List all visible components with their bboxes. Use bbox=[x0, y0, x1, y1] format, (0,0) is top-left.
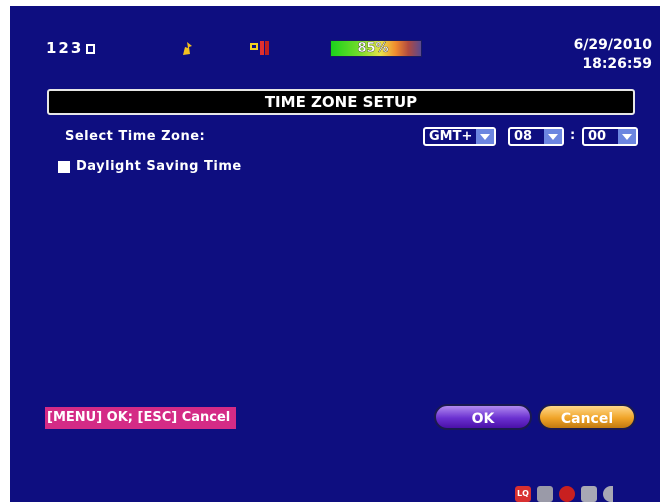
chevron-down-icon[interactable] bbox=[476, 129, 494, 144]
gmt-sign-select[interactable]: GMT+ bbox=[423, 127, 496, 146]
date-text: 6/29/2010 bbox=[573, 37, 652, 53]
time-zone-setup-panel: TIME ZONE SETUP Select Time Zone: GMT+ 0… bbox=[45, 89, 638, 434]
gmt-minute-select[interactable]: 00 bbox=[582, 127, 638, 146]
channel-numbers: 123 bbox=[46, 39, 84, 57]
bag-icon[interactable] bbox=[581, 486, 597, 502]
chevron-down-icon[interactable] bbox=[544, 129, 562, 144]
channel-indicator: 123 bbox=[46, 39, 96, 57]
dialog-title: TIME ZONE SETUP bbox=[47, 89, 635, 115]
gmt-minute-value: 00 bbox=[588, 129, 607, 144]
daylight-saving-checkbox[interactable] bbox=[58, 161, 70, 173]
time-zone-label: Select Time Zone: bbox=[65, 129, 206, 144]
gmt-sign-value: GMT+ bbox=[429, 129, 473, 144]
dvr-screen: 123 85% 6/29/2010 18:26:59 TIME ZONE SET… bbox=[10, 6, 660, 502]
ok-button[interactable]: OK bbox=[434, 404, 532, 430]
pin-icon[interactable] bbox=[559, 486, 575, 502]
network-icon bbox=[183, 42, 192, 55]
time-separator: : bbox=[570, 128, 576, 143]
hdd-usage-text: 85% bbox=[357, 41, 389, 56]
cancel-button[interactable]: Cancel bbox=[538, 404, 636, 430]
hdd-usage-bar: 85% bbox=[330, 40, 422, 57]
chevron-down-icon[interactable] bbox=[618, 129, 636, 144]
daylight-saving-label: Daylight Saving Time bbox=[76, 159, 242, 174]
eye-icon[interactable] bbox=[603, 486, 613, 502]
datetime: 6/29/2010 18:26:59 bbox=[574, 36, 652, 74]
channel-box-icon bbox=[86, 44, 96, 54]
record-icon bbox=[250, 41, 269, 55]
monitor-icon[interactable] bbox=[537, 486, 553, 502]
gmt-hour-value: 08 bbox=[514, 129, 533, 144]
key-hint: [MENU] OK; [ESC] Cancel bbox=[45, 407, 237, 429]
gmt-hour-select[interactable]: 08 bbox=[508, 127, 564, 146]
lq-icon[interactable]: LQ bbox=[515, 486, 531, 502]
status-bar: 123 85% 6/29/2010 18:26:59 bbox=[10, 6, 660, 72]
time-text: 18:26:59 bbox=[582, 56, 652, 72]
